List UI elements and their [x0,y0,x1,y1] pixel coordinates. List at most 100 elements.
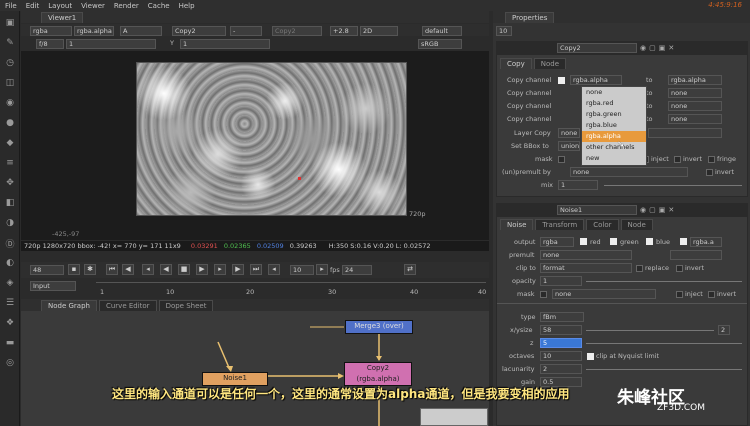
layer-copy-label: Layer Copy [514,129,551,137]
green-check[interactable] [610,238,617,245]
output-select[interactable]: rgba [540,237,574,247]
clip-invert-check[interactable] [676,265,683,272]
unpremult-invert-check[interactable] [706,169,713,176]
copy-dst-4[interactable]: none [668,114,722,124]
octaves-label: octaves [509,352,535,360]
copy-dst-3[interactable]: none [668,101,722,111]
alpha-select[interactable]: rgba.a [690,237,722,247]
noise-link [217,341,231,371]
tab-transform[interactable]: Transform [535,219,585,230]
red-label: red [590,238,601,246]
red-check[interactable] [580,238,587,245]
menu-item-alpha[interactable]: rgba.alpha [582,131,646,142]
copy-node-sub: (rgba.alpha) [356,375,400,383]
set-bbox-select[interactable]: union [558,141,580,151]
menu-item-green[interactable]: rgba.green [582,109,646,120]
copy-mask-label: mask [535,155,553,163]
mouse-cursor-icon: ➘ [617,140,625,150]
copy-channel-label-4: Copy channel [507,115,552,123]
octaves-field[interactable]: 10 [540,351,582,361]
noise-mask-select[interactable]: none [552,289,656,299]
properties-tabbar: Properties [493,11,750,23]
lacunarity-label: lacunarity [502,365,535,373]
noise-tabs: Noise Transform Color Node [497,218,747,230]
clip-select[interactable]: format [540,263,632,273]
layer-copy-dst[interactable] [648,128,722,138]
alpha-check[interactable] [680,238,687,245]
copy-header-icons[interactable]: ◉▢▣✕ [640,44,730,52]
tab-properties[interactable]: Properties [505,12,555,23]
tab-copy-node[interactable]: Node [533,58,567,69]
replace-label: replace [645,264,670,272]
unpremult-select[interactable]: none [570,167,688,177]
z-field[interactable]: 5 [540,338,582,348]
menu-item-red[interactable]: rgba.red [582,98,646,109]
copy-node-label: Copy2 [366,364,390,372]
xysize-slider[interactable] [586,330,714,331]
max-panels-field[interactable]: 10 [496,26,512,36]
copy-node[interactable]: Copy2 (rgba.alpha) [344,362,412,386]
nyquist-check[interactable] [587,353,594,360]
subtitle-caption: 这里的输入通道可以是任何一个，这里的通常设置为alpha通道，但是我要变相的应用 [112,387,570,401]
noise-mask-check[interactable] [540,291,547,298]
layer-copy-select[interactable]: none [558,128,580,138]
premult-label: premult [509,251,535,259]
watermark-site: ZF3D.COM [657,403,705,413]
mini-map[interactable] [420,408,488,426]
type-select[interactable]: fBm [540,312,584,322]
tab-copy[interactable]: Copy [500,58,532,69]
mix-field[interactable]: 1 [558,180,598,190]
output-label: output [514,238,536,246]
xysize-field[interactable]: 58 [540,325,582,335]
link-arrow [376,356,382,361]
copy-channel-label-2: Copy channel [507,89,552,97]
nyquist-label: clip at Nyquist limit [596,352,660,360]
menu-item-none[interactable]: none [582,87,646,98]
premult-alpha-select[interactable] [670,250,722,260]
tab-noise[interactable]: Noise [500,219,534,230]
copy-dst-1[interactable]: rgba.alpha [668,75,722,85]
menu-item-new[interactable]: new [582,153,646,164]
noise-inject-check[interactable] [676,291,683,298]
menu-item-other[interactable]: other channels [582,142,646,153]
channel-dropdown-menu: none rgba.red rgba.green rgba.blue rgba.… [581,86,647,166]
blue-check[interactable] [646,238,653,245]
copy-mask-check[interactable] [558,156,565,163]
lacunarity-slider[interactable] [586,369,742,370]
opacity-field[interactable]: 1 [540,276,582,286]
copy-fringe-check[interactable] [708,156,715,163]
merge-node[interactable]: Merge3 (over) [345,320,413,334]
copy-inject-label: inject [651,155,669,163]
noise-header-icons[interactable]: ◉▢▣✕ [640,206,730,214]
unpremult-invert-label: invert [715,168,734,176]
copy-src-1[interactable]: rgba.alpha [570,75,622,85]
opacity-label: opacity [512,277,536,285]
z-label: z [530,339,534,347]
noise-inject-label: inject [685,290,703,298]
noise-mask-label: mask [517,290,535,298]
clip-label: clip to [516,264,536,272]
copy-invert-label: invert [683,155,702,163]
copy-name-field[interactable]: Copy2 [557,43,637,53]
lacunarity-field[interactable]: 2 [540,364,582,374]
mix-slider[interactable] [604,185,742,186]
copy-channel-label-3: Copy channel [507,102,552,110]
premult-select[interactable]: none [540,250,632,260]
clip-invert-label: invert [685,264,704,272]
copy-dst-2[interactable]: none [668,88,722,98]
opacity-slider[interactable] [586,281,742,282]
menu-item-blue[interactable]: rgba.blue [582,120,646,131]
noise-node[interactable]: Noise1 [202,372,268,386]
z-slider[interactable] [586,343,742,344]
noise-invert-check[interactable] [708,291,715,298]
noise-invert-label: invert [717,290,736,298]
xysize-channel-count[interactable]: 2 [718,325,730,335]
copy-invert-check[interactable] [674,156,681,163]
tab-color[interactable]: Color [586,219,619,230]
mix-label: mix [541,181,553,189]
tab-noise-node[interactable]: Node [620,219,653,230]
copy-channel-check-1[interactable] [558,77,565,84]
noise-name-field[interactable]: Noise1 [557,205,637,215]
replace-check[interactable] [636,265,643,272]
blue-label: blue [656,238,671,246]
